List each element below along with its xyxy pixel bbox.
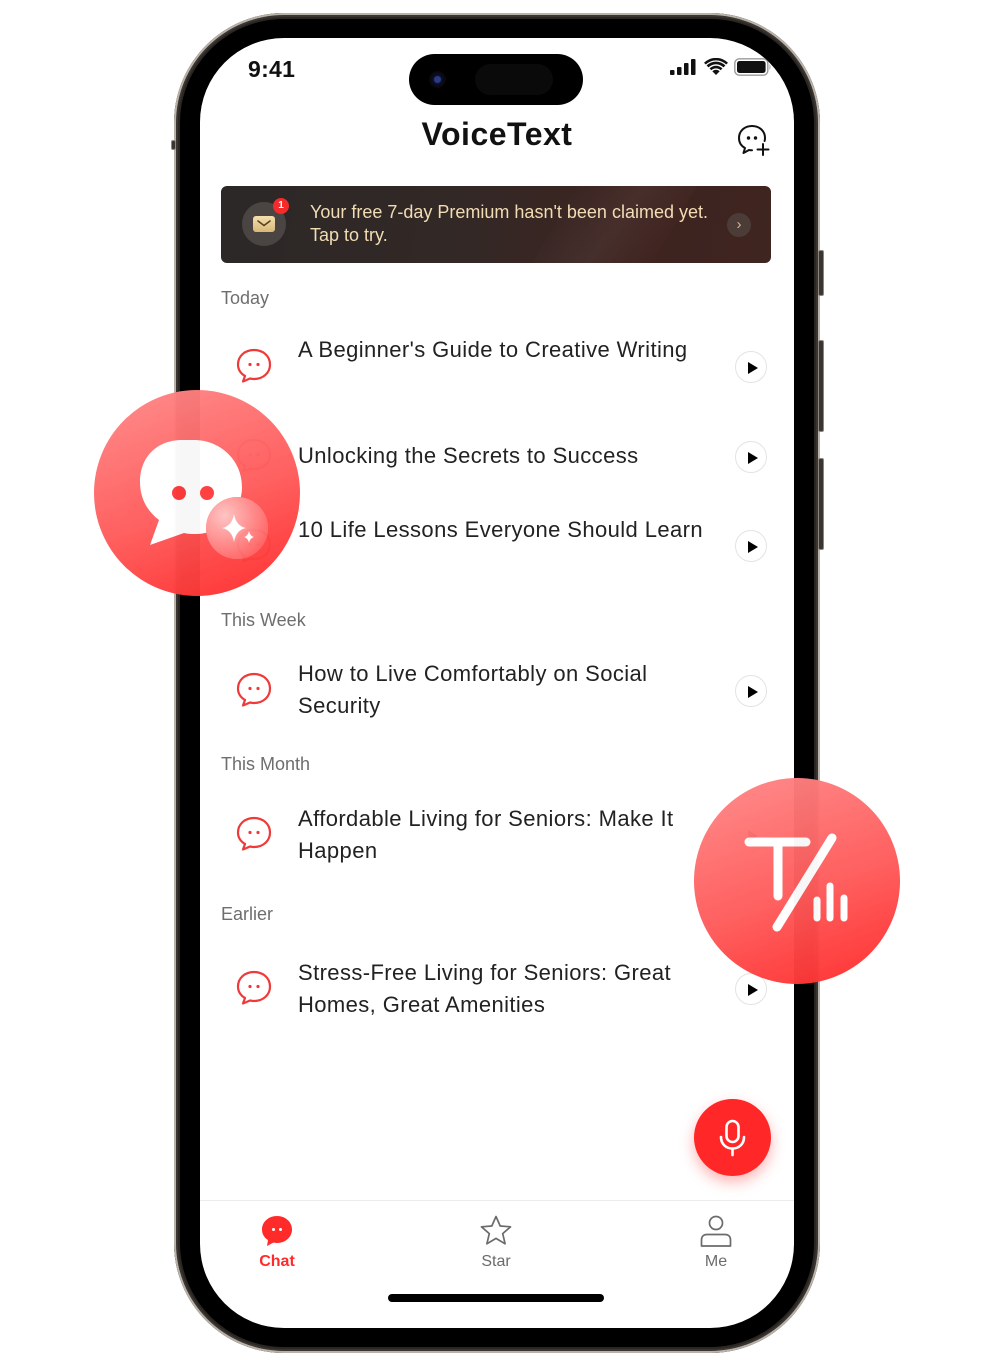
star-icon bbox=[480, 1215, 512, 1245]
item-title: Unlocking the Secrets to Success bbox=[298, 443, 639, 468]
chevron-right-icon[interactable]: › bbox=[727, 213, 751, 237]
battery-icon bbox=[734, 58, 771, 76]
tab-bar: Chat Star Me bbox=[200, 1200, 794, 1290]
chat-bubble-icon bbox=[236, 816, 272, 851]
premium-banner[interactable]: 1 Your free 7-day Premium hasn't been cl… bbox=[221, 186, 771, 263]
ai-chat-feature-badge bbox=[94, 390, 300, 596]
play-button[interactable] bbox=[735, 675, 767, 707]
app-title: VoiceText bbox=[421, 116, 573, 152]
new-chat-icon[interactable] bbox=[736, 122, 772, 158]
app-screen: 9:41 VoiceText 1 Your free 7-day Premium… bbox=[200, 38, 794, 1328]
play-button[interactable] bbox=[735, 351, 767, 383]
item-title: Affordable Living for Seniors: Make It H… bbox=[298, 806, 674, 863]
wifi-icon bbox=[704, 58, 728, 75]
play-button[interactable] bbox=[735, 530, 767, 562]
tab-chat[interactable]: Chat bbox=[237, 1213, 317, 1271]
item-title: Stress-Free Living for Seniors: Great Ho… bbox=[298, 960, 672, 1017]
cellular-signal-icon bbox=[670, 59, 696, 75]
person-icon bbox=[700, 1215, 732, 1247]
item-title: 10 Life Lessons Everyone Should Learn bbox=[298, 517, 703, 542]
list-item[interactable]: How to Live Comfortably on Social Securi… bbox=[200, 652, 794, 732]
record-voice-button[interactable] bbox=[694, 1099, 771, 1176]
tab-label: Chat bbox=[259, 1253, 295, 1270]
status-time: 9:41 bbox=[248, 56, 296, 82]
ai-chat-sparkle-icon bbox=[140, 440, 268, 559]
microphone-icon bbox=[719, 1119, 746, 1157]
chat-bubble-icon bbox=[236, 348, 272, 383]
status-icons bbox=[670, 58, 772, 76]
section-label-earlier: Earlier bbox=[221, 904, 274, 924]
item-title: A Beginner's Guide to Creative Writing bbox=[298, 337, 688, 362]
section-label-this-month: This Month bbox=[221, 754, 311, 774]
chat-icon bbox=[262, 1216, 292, 1246]
power-button bbox=[818, 250, 824, 296]
item-title: How to Live Comfortably on Social Securi… bbox=[298, 661, 648, 718]
section-label-this-week: This Week bbox=[221, 610, 306, 630]
notification-badge: 1 bbox=[273, 198, 289, 214]
volume-up-button bbox=[818, 340, 824, 432]
tab-star[interactable]: Star bbox=[456, 1213, 536, 1271]
premium-banner-text: Your free 7-day Premium hasn't been clai… bbox=[310, 202, 708, 245]
text-to-speech-feature-badge bbox=[694, 778, 900, 984]
tab-me[interactable]: Me bbox=[676, 1213, 756, 1271]
chat-bubble-icon bbox=[236, 970, 272, 1005]
chat-bubble-icon bbox=[236, 672, 272, 707]
section-label-today: Today bbox=[221, 288, 270, 308]
volume-down-button bbox=[818, 458, 824, 550]
envelope-icon bbox=[253, 216, 275, 232]
text-to-speech-icon bbox=[744, 833, 848, 932]
action-button bbox=[171, 140, 176, 150]
tab-label: Me bbox=[704, 1253, 728, 1270]
dynamic-island bbox=[409, 54, 583, 105]
tab-label: Star bbox=[481, 1253, 511, 1270]
play-button[interactable] bbox=[735, 441, 767, 473]
home-indicator[interactable] bbox=[388, 1294, 604, 1302]
sensor bbox=[475, 64, 553, 95]
camera-icon bbox=[429, 71, 446, 88]
